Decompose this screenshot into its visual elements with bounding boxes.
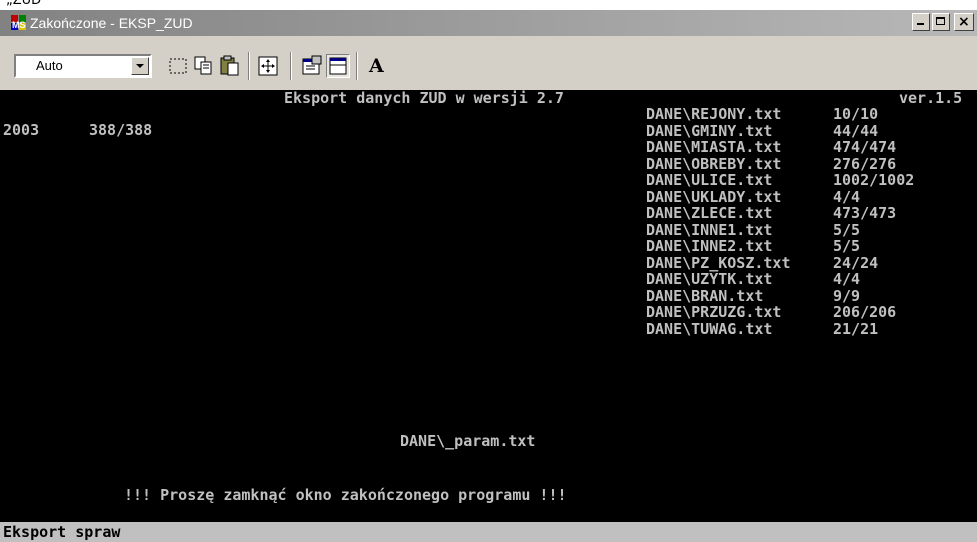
file-name: DANE\PRZUZG.txt — [646, 303, 782, 321]
copy-icon — [192, 56, 216, 82]
status-bar: Eksport spraw — [0, 522, 977, 542]
console-header: Eksport danych ZUD w wersji 2.7 — [284, 90, 564, 107]
background-button[interactable] — [326, 54, 350, 78]
file-count: 5/5 — [833, 237, 861, 255]
file-name: DANE\BRAN.txt — [646, 286, 764, 305]
mark-icon — [166, 58, 190, 82]
file-name: DANE\REJONY.txt — [646, 105, 782, 123]
file-name: DANE\INNE1.txt — [646, 220, 773, 239]
properties-button[interactable] — [300, 54, 324, 78]
ms-dos-icon[interactable]: MS — [10, 14, 28, 32]
background-icon — [327, 57, 349, 81]
font-button[interactable]: A — [364, 54, 388, 78]
font-size-value: Auto — [36, 58, 63, 73]
fullscreen-button[interactable] — [256, 54, 280, 78]
file-name: DANE\PZ_KOSZ.txt — [646, 253, 791, 272]
toolbar-separator — [356, 52, 358, 80]
file-name: DANE\TUWAG.txt — [646, 319, 773, 338]
file-count: 21/21 — [833, 319, 879, 338]
file-count: 5/5 — [833, 220, 861, 239]
file-count: 24/24 — [833, 253, 879, 272]
toolbar-separator — [290, 52, 292, 80]
file-count: 474/474 — [833, 138, 897, 156]
file-name: DANE\GMINY.txt — [646, 121, 773, 140]
file-name: DANE\OBREBY.txt — [646, 154, 782, 173]
console-version: ver.1.5 — [899, 90, 963, 107]
close-message: !!! Proszę zamknąć okno zakończonego pro… — [124, 486, 567, 504]
file-count: 9/9 — [833, 286, 861, 305]
console-output[interactable]: Eksport danych ZUD w wersji 2.7 ver.1.5 … — [0, 90, 977, 522]
file-count: 44/44 — [833, 121, 879, 140]
file-name: DANE\INNE2.txt — [646, 237, 773, 255]
file-name: DANE\MIASTA.txt — [646, 138, 782, 156]
window-title: Zakończone - EKSP_ZUD — [30, 15, 193, 31]
console-year-count: 388/388 — [89, 121, 153, 139]
toolbar-separator — [248, 52, 250, 80]
chevron-down-icon[interactable] — [131, 57, 149, 75]
minimize-icon — [917, 23, 924, 25]
properties-icon — [300, 55, 324, 82]
file-count: 473/473 — [833, 204, 897, 222]
font-size-select[interactable]: Auto — [14, 54, 152, 78]
paste-icon — [218, 55, 242, 82]
fullscreen-icon — [256, 56, 280, 82]
close-button[interactable]: × — [954, 13, 974, 31]
file-name: DANE\UKLADY.txt — [646, 187, 782, 206]
console-window: MS Zakończone - EKSP_ZUD × Auto A Ekspor… — [0, 10, 977, 542]
maximize-button[interactable] — [932, 13, 950, 31]
status-text: Eksport spraw — [3, 523, 121, 541]
file-name: DANE\ULICE.txt — [646, 171, 773, 189]
toolbar: Auto A — [0, 38, 977, 88]
file-name: DANE\UZYTK.txt — [646, 270, 773, 288]
close-icon: × — [958, 14, 970, 30]
svg-text:MS: MS — [12, 20, 26, 30]
file-name: DANE\ZLECE.txt — [646, 204, 773, 222]
mark-button[interactable] — [166, 54, 190, 78]
param-file: DANE\_param.txt — [400, 432, 536, 450]
file-count: 4/4 — [833, 187, 861, 206]
paste-button[interactable] — [218, 54, 242, 78]
file-count: 1002/1002 — [833, 171, 915, 189]
file-count: 4/4 — [833, 270, 861, 288]
page-caption: „ZUD — [6, 0, 42, 8]
file-count: 276/276 — [833, 154, 897, 173]
copy-button[interactable] — [192, 54, 216, 78]
font-icon: A — [369, 55, 384, 77]
file-count: 10/10 — [833, 105, 879, 123]
console-year: 2003 — [3, 121, 40, 139]
minimize-button[interactable] — [912, 13, 930, 31]
maximize-icon — [936, 17, 945, 25]
file-count: 206/206 — [833, 303, 897, 321]
title-bar[interactable]: MS Zakończone - EKSP_ZUD × — [0, 10, 977, 36]
